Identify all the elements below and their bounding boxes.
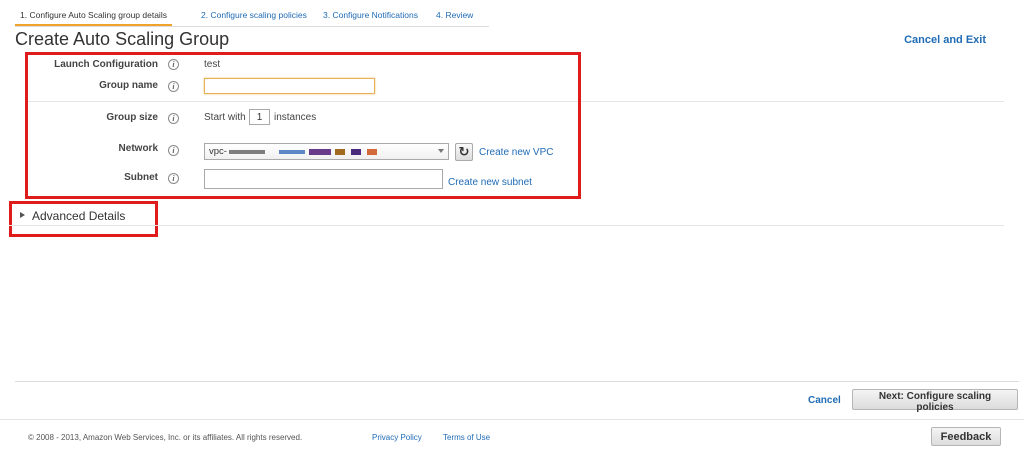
steps-divider: [15, 26, 489, 27]
step-notifications[interactable]: 3. Configure Notifications: [318, 6, 423, 26]
advanced-details-toggle[interactable]: Advanced Details: [32, 209, 125, 223]
footer-copyright: © 2008 - 2013, Amazon Web Services, Inc.…: [28, 433, 303, 442]
advanced-divider: [9, 225, 1004, 226]
cancel-link[interactable]: Cancel: [808, 395, 841, 406]
step-scaling-policies[interactable]: 2. Configure scaling policies: [196, 6, 312, 26]
terms-of-use-link[interactable]: Terms of Use: [443, 433, 490, 442]
step-review[interactable]: 4. Review: [431, 6, 478, 26]
annotation-highlight-form: [25, 52, 581, 199]
privacy-policy-link[interactable]: Privacy Policy: [372, 433, 422, 442]
page-title: Create Auto Scaling Group: [15, 29, 230, 49]
caret-right-icon[interactable]: [20, 212, 25, 218]
step-configure-details[interactable]: 1. Configure Auto Scaling group details: [15, 6, 172, 26]
cancel-and-exit-link[interactable]: Cancel and Exit: [904, 34, 986, 46]
feedback-button[interactable]: Feedback: [931, 427, 1001, 446]
footer-divider: [0, 419, 1024, 420]
next-configure-scaling-policies-button[interactable]: Next: Configure scaling policies: [852, 389, 1018, 413]
actions-divider: [15, 381, 1019, 382]
